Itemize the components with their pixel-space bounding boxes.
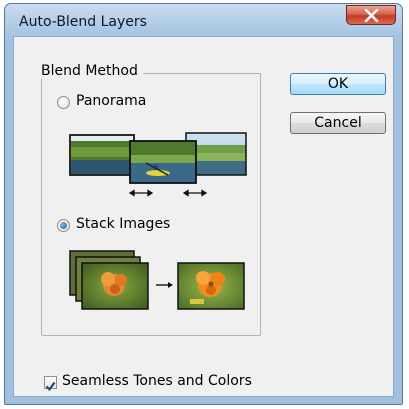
radio-panorama-label[interactable]: Panorama: [76, 93, 146, 109]
seamless-checkbox[interactable]: [44, 376, 57, 392]
seamless-label[interactable]: Seamless Tones and Colors: [62, 373, 252, 389]
close-icon: [364, 9, 379, 22]
radio-stack-images-label[interactable]: Stack Images: [76, 216, 170, 232]
checkmark-icon: [45, 381, 56, 392]
radio-stack-images[interactable]: [57, 219, 70, 232]
dialog-window: Auto-Blend Layers Blend Method Panorama: [4, 3, 403, 405]
group-title: Blend Method: [36, 63, 143, 79]
dialog-body: Blend Method Panorama Stack Images OK Ca…: [13, 36, 394, 397]
ok-button[interactable]: OK: [290, 73, 386, 95]
close-button[interactable]: [346, 5, 396, 25]
window-title: Auto-Blend Layers: [19, 14, 147, 30]
panorama-illustration: [69, 132, 247, 197]
cancel-button[interactable]: Cancel: [290, 112, 386, 134]
radio-selected-dot: [60, 222, 67, 229]
stack-images-illustration: [69, 250, 245, 310]
title-bar[interactable]: Auto-Blend Layers: [5, 4, 402, 34]
radio-panorama[interactable]: [57, 96, 70, 109]
